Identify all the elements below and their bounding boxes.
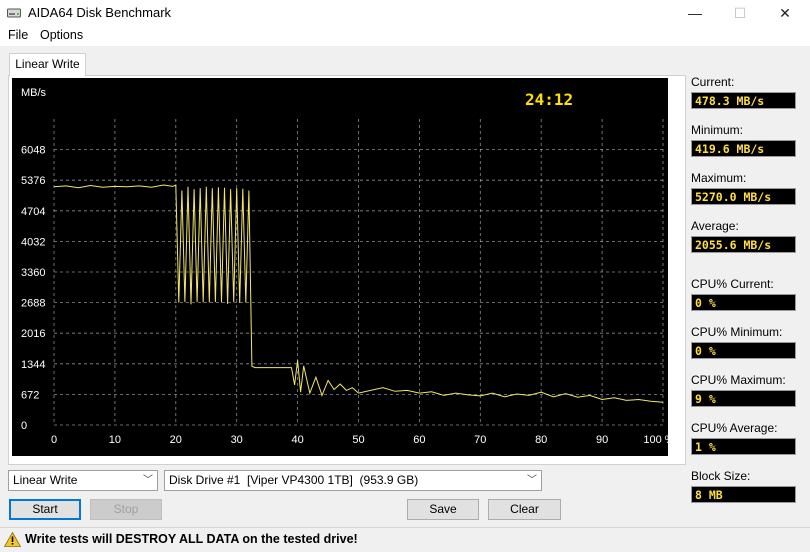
start-button[interactable]: Start (9, 499, 81, 520)
chart-canvas: 0 672 1344 2016 2688 3360 4032 4704 5376 6048 0 10 2… (21, 87, 668, 446)
stat-value: 1 % (691, 438, 796, 455)
drive-select[interactable]: Disk Drive #1 [Viper VP4300 1TB] (953.9 … (164, 470, 542, 491)
title-bar: AIDA64 Disk Benchmark — ☐ ✕ (0, 0, 810, 26)
test-select[interactable]: Linear Write ﹀ (8, 470, 158, 491)
stat-label: Maximum: (691, 171, 747, 185)
x-tick-label: 50 (352, 434, 364, 446)
stat-label: Minimum: (691, 123, 744, 137)
drive-select-value: Disk Drive #1 [Viper VP4300 1TB] (953.9 … (169, 473, 419, 487)
chevron-down-icon: ﹀ (143, 475, 153, 486)
x-tick-label: 80 (535, 434, 547, 446)
stat-label: Average: (691, 219, 739, 233)
x-tick-label: 40 (291, 434, 303, 446)
y-tick-label: 4032 (21, 236, 45, 248)
y-tick-label: 5376 (21, 175, 45, 187)
test-select-value: Linear Write (13, 473, 78, 487)
window-title: AIDA64 Disk Benchmark (28, 5, 172, 20)
x-tick-label: 10 (109, 434, 121, 446)
warning-icon (4, 532, 21, 547)
stat-value: 478.3 MB/s (691, 92, 796, 109)
stat-label: Current: (691, 75, 735, 89)
benchmark-chart: 0 672 1344 2016 2688 3360 4032 4704 5376 6048 0 10 2… (12, 78, 668, 456)
y-tick-label: 6048 (21, 145, 45, 157)
disk-icon (7, 8, 21, 18)
y-tick-label: 1344 (21, 359, 45, 371)
x-tick-label: 90 (596, 434, 608, 446)
maximize-button[interactable]: ☐ (717, 0, 763, 26)
y-tick-label: 3360 (21, 267, 45, 279)
tab-linear-write[interactable]: Linear Write (9, 53, 86, 76)
stat-value: 419.6 MB/s (691, 140, 796, 157)
y-tick-label: 4704 (21, 206, 45, 218)
x-tick-label: 100 % (643, 434, 668, 446)
chevron-down-icon: ﹀ (527, 475, 537, 486)
stat-value: 8 MB (691, 486, 796, 503)
menu-file[interactable]: File (8, 28, 28, 42)
x-tick-label: 20 (170, 434, 182, 446)
save-button[interactable]: Save (407, 499, 479, 520)
x-tick-label: 70 (474, 434, 486, 446)
minimize-button[interactable]: — (672, 0, 718, 26)
menu-options[interactable]: Options (40, 28, 83, 42)
y-tick-label: 672 (21, 389, 39, 401)
stat-value: 2055.6 MB/s (691, 236, 796, 253)
stat-value: 5270.0 MB/s (691, 188, 796, 205)
clear-button[interactable]: Clear (488, 499, 561, 520)
stop-button[interactable]: Stop (90, 499, 162, 520)
x-tick-label: 30 (231, 434, 243, 446)
x-tick-label: 60 (413, 434, 425, 446)
menu-bar: File Options (0, 26, 810, 46)
stat-value: 9 % (691, 390, 796, 407)
y-tick-label: 2016 (21, 328, 45, 340)
close-button[interactable]: ✕ (762, 0, 808, 26)
x-tick-label: 0 (51, 434, 57, 446)
stat-value: 0 % (691, 342, 796, 359)
warning-text: Write tests will DESTROY ALL DATA on the… (25, 532, 358, 546)
stat-label: CPU% Current: (691, 277, 774, 291)
status-bar: Write tests will DESTROY ALL DATA on the… (0, 527, 810, 552)
stat-value: 0 % (691, 294, 796, 311)
stat-label: CPU% Average: (691, 421, 778, 435)
stat-label: CPU% Minimum: (691, 325, 783, 339)
y-tick-label: 0 (21, 420, 27, 432)
stat-label: Block Size: (691, 469, 751, 483)
stat-label: CPU% Maximum: (691, 373, 786, 387)
y-tick-label: 2688 (21, 298, 45, 310)
y-axis-label: MB/s (21, 87, 47, 99)
elapsed-timer: 24:12 (525, 90, 573, 109)
